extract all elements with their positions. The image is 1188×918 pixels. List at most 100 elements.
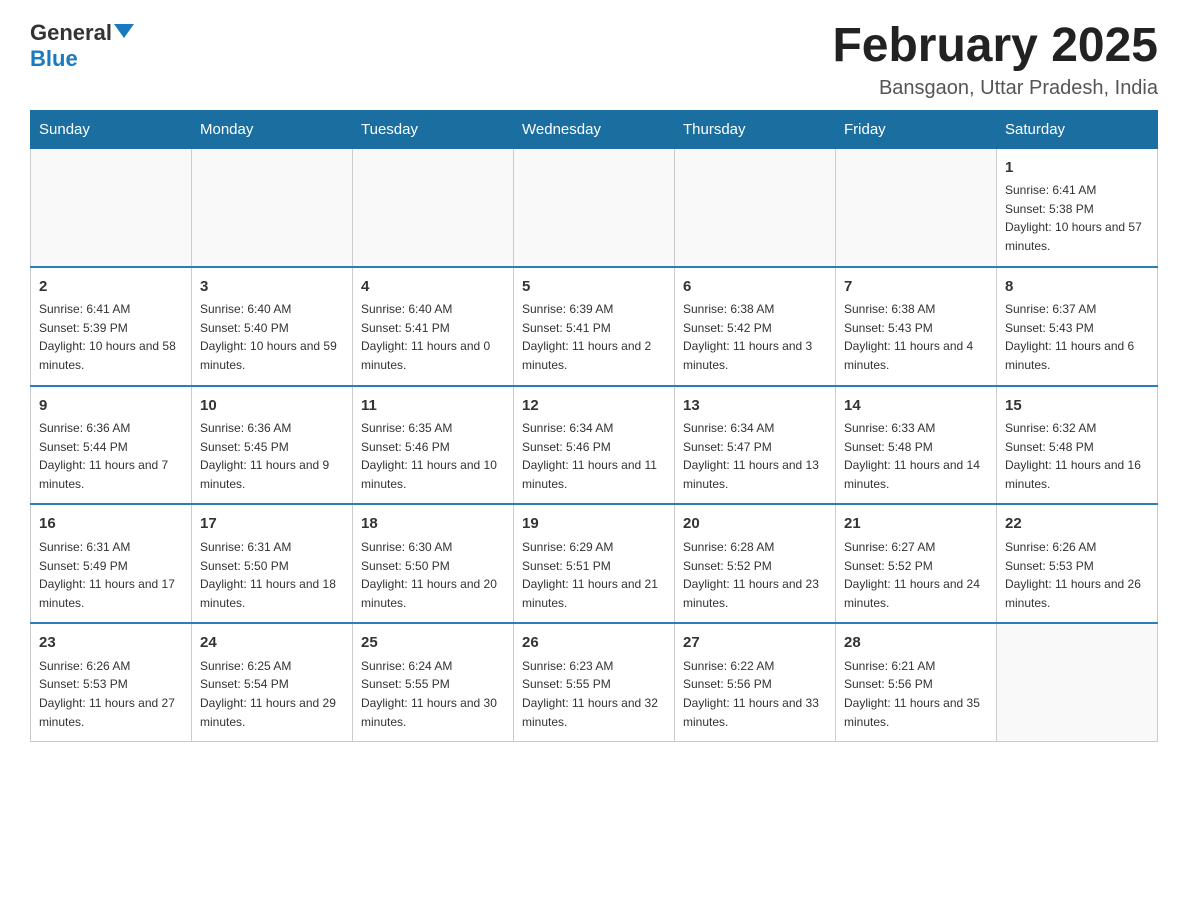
logo-triangle-icon <box>114 24 134 38</box>
day-number: 13 <box>683 395 827 418</box>
day-number: 15 <box>1005 395 1149 418</box>
logo-blue-text: Blue <box>30 46 78 72</box>
day-info: Sunrise: 6:25 AMSunset: 5:54 PMDaylight:… <box>200 657 344 731</box>
calendar-day-cell: 16Sunrise: 6:31 AMSunset: 5:49 PMDayligh… <box>31 504 192 623</box>
calendar-day-cell: 18Sunrise: 6:30 AMSunset: 5:50 PMDayligh… <box>353 504 514 623</box>
day-info: Sunrise: 6:41 AMSunset: 5:39 PMDaylight:… <box>39 300 183 374</box>
calendar-day-cell: 6Sunrise: 6:38 AMSunset: 5:42 PMDaylight… <box>675 267 836 386</box>
calendar-day-cell: 28Sunrise: 6:21 AMSunset: 5:56 PMDayligh… <box>836 623 997 741</box>
logo-general-text: General <box>30 20 112 46</box>
day-info: Sunrise: 6:41 AMSunset: 5:38 PMDaylight:… <box>1005 181 1149 255</box>
page-header: General Blue February 2025 Bansgaon, Utt… <box>30 20 1158 100</box>
day-number: 9 <box>39 395 183 418</box>
day-info: Sunrise: 6:31 AMSunset: 5:49 PMDaylight:… <box>39 538 183 612</box>
day-of-week-header: Tuesday <box>353 110 514 148</box>
day-number: 1 <box>1005 157 1149 180</box>
calendar-day-cell: 27Sunrise: 6:22 AMSunset: 5:56 PMDayligh… <box>675 623 836 741</box>
title-block: February 2025 Bansgaon, Uttar Pradesh, I… <box>832 20 1158 100</box>
day-info: Sunrise: 6:33 AMSunset: 5:48 PMDaylight:… <box>844 419 988 493</box>
day-info: Sunrise: 6:34 AMSunset: 5:46 PMDaylight:… <box>522 419 666 493</box>
location-subtitle: Bansgaon, Uttar Pradesh, India <box>832 77 1158 100</box>
calendar-week-row: 1Sunrise: 6:41 AMSunset: 5:38 PMDaylight… <box>31 148 1158 266</box>
day-of-week-header: Monday <box>192 110 353 148</box>
day-number: 7 <box>844 276 988 299</box>
calendar-day-cell: 8Sunrise: 6:37 AMSunset: 5:43 PMDaylight… <box>997 267 1158 386</box>
day-info: Sunrise: 6:39 AMSunset: 5:41 PMDaylight:… <box>522 300 666 374</box>
month-title: February 2025 <box>832 20 1158 73</box>
calendar-day-cell: 7Sunrise: 6:38 AMSunset: 5:43 PMDaylight… <box>836 267 997 386</box>
day-of-week-header: Sunday <box>31 110 192 148</box>
calendar-day-cell: 10Sunrise: 6:36 AMSunset: 5:45 PMDayligh… <box>192 386 353 505</box>
calendar-day-cell <box>675 148 836 266</box>
day-info: Sunrise: 6:38 AMSunset: 5:43 PMDaylight:… <box>844 300 988 374</box>
day-number: 4 <box>361 276 505 299</box>
calendar-header-row: SundayMondayTuesdayWednesdayThursdayFrid… <box>31 110 1158 148</box>
calendar-day-cell <box>514 148 675 266</box>
day-number: 12 <box>522 395 666 418</box>
day-number: 8 <box>1005 276 1149 299</box>
day-info: Sunrise: 6:36 AMSunset: 5:44 PMDaylight:… <box>39 419 183 493</box>
day-info: Sunrise: 6:21 AMSunset: 5:56 PMDaylight:… <box>844 657 988 731</box>
calendar-day-cell: 5Sunrise: 6:39 AMSunset: 5:41 PMDaylight… <box>514 267 675 386</box>
calendar-day-cell: 11Sunrise: 6:35 AMSunset: 5:46 PMDayligh… <box>353 386 514 505</box>
day-info: Sunrise: 6:32 AMSunset: 5:48 PMDaylight:… <box>1005 419 1149 493</box>
calendar-week-row: 2Sunrise: 6:41 AMSunset: 5:39 PMDaylight… <box>31 267 1158 386</box>
calendar-day-cell: 24Sunrise: 6:25 AMSunset: 5:54 PMDayligh… <box>192 623 353 741</box>
day-number: 20 <box>683 513 827 536</box>
calendar-day-cell: 21Sunrise: 6:27 AMSunset: 5:52 PMDayligh… <box>836 504 997 623</box>
calendar-day-cell: 9Sunrise: 6:36 AMSunset: 5:44 PMDaylight… <box>31 386 192 505</box>
calendar-day-cell <box>192 148 353 266</box>
calendar-week-row: 23Sunrise: 6:26 AMSunset: 5:53 PMDayligh… <box>31 623 1158 741</box>
day-of-week-header: Thursday <box>675 110 836 148</box>
day-number: 10 <box>200 395 344 418</box>
day-of-week-header: Wednesday <box>514 110 675 148</box>
day-info: Sunrise: 6:30 AMSunset: 5:50 PMDaylight:… <box>361 538 505 612</box>
day-number: 3 <box>200 276 344 299</box>
calendar-day-cell: 4Sunrise: 6:40 AMSunset: 5:41 PMDaylight… <box>353 267 514 386</box>
day-number: 16 <box>39 513 183 536</box>
calendar-day-cell: 20Sunrise: 6:28 AMSunset: 5:52 PMDayligh… <box>675 504 836 623</box>
day-number: 21 <box>844 513 988 536</box>
calendar-week-row: 16Sunrise: 6:31 AMSunset: 5:49 PMDayligh… <box>31 504 1158 623</box>
day-info: Sunrise: 6:36 AMSunset: 5:45 PMDaylight:… <box>200 419 344 493</box>
day-info: Sunrise: 6:35 AMSunset: 5:46 PMDaylight:… <box>361 419 505 493</box>
logo: General Blue <box>30 20 134 72</box>
calendar-day-cell: 2Sunrise: 6:41 AMSunset: 5:39 PMDaylight… <box>31 267 192 386</box>
day-number: 19 <box>522 513 666 536</box>
day-number: 11 <box>361 395 505 418</box>
day-number: 27 <box>683 632 827 655</box>
day-of-week-header: Friday <box>836 110 997 148</box>
day-number: 26 <box>522 632 666 655</box>
calendar-day-cell: 25Sunrise: 6:24 AMSunset: 5:55 PMDayligh… <box>353 623 514 741</box>
calendar-day-cell: 12Sunrise: 6:34 AMSunset: 5:46 PMDayligh… <box>514 386 675 505</box>
calendar-table: SundayMondayTuesdayWednesdayThursdayFrid… <box>30 110 1158 742</box>
day-number: 6 <box>683 276 827 299</box>
calendar-day-cell: 3Sunrise: 6:40 AMSunset: 5:40 PMDaylight… <box>192 267 353 386</box>
day-info: Sunrise: 6:37 AMSunset: 5:43 PMDaylight:… <box>1005 300 1149 374</box>
calendar-day-cell <box>353 148 514 266</box>
day-info: Sunrise: 6:24 AMSunset: 5:55 PMDaylight:… <box>361 657 505 731</box>
day-number: 23 <box>39 632 183 655</box>
day-number: 22 <box>1005 513 1149 536</box>
day-info: Sunrise: 6:26 AMSunset: 5:53 PMDaylight:… <box>39 657 183 731</box>
day-number: 2 <box>39 276 183 299</box>
day-number: 25 <box>361 632 505 655</box>
day-info: Sunrise: 6:22 AMSunset: 5:56 PMDaylight:… <box>683 657 827 731</box>
calendar-day-cell: 13Sunrise: 6:34 AMSunset: 5:47 PMDayligh… <box>675 386 836 505</box>
calendar-day-cell: 19Sunrise: 6:29 AMSunset: 5:51 PMDayligh… <box>514 504 675 623</box>
calendar-day-cell: 26Sunrise: 6:23 AMSunset: 5:55 PMDayligh… <box>514 623 675 741</box>
day-info: Sunrise: 6:29 AMSunset: 5:51 PMDaylight:… <box>522 538 666 612</box>
day-of-week-header: Saturday <box>997 110 1158 148</box>
day-info: Sunrise: 6:31 AMSunset: 5:50 PMDaylight:… <box>200 538 344 612</box>
day-info: Sunrise: 6:40 AMSunset: 5:40 PMDaylight:… <box>200 300 344 374</box>
day-info: Sunrise: 6:40 AMSunset: 5:41 PMDaylight:… <box>361 300 505 374</box>
day-info: Sunrise: 6:28 AMSunset: 5:52 PMDaylight:… <box>683 538 827 612</box>
calendar-day-cell <box>997 623 1158 741</box>
calendar-day-cell: 22Sunrise: 6:26 AMSunset: 5:53 PMDayligh… <box>997 504 1158 623</box>
day-info: Sunrise: 6:34 AMSunset: 5:47 PMDaylight:… <box>683 419 827 493</box>
calendar-day-cell: 1Sunrise: 6:41 AMSunset: 5:38 PMDaylight… <box>997 148 1158 266</box>
day-number: 18 <box>361 513 505 536</box>
day-info: Sunrise: 6:26 AMSunset: 5:53 PMDaylight:… <box>1005 538 1149 612</box>
calendar-day-cell <box>31 148 192 266</box>
calendar-day-cell: 17Sunrise: 6:31 AMSunset: 5:50 PMDayligh… <box>192 504 353 623</box>
